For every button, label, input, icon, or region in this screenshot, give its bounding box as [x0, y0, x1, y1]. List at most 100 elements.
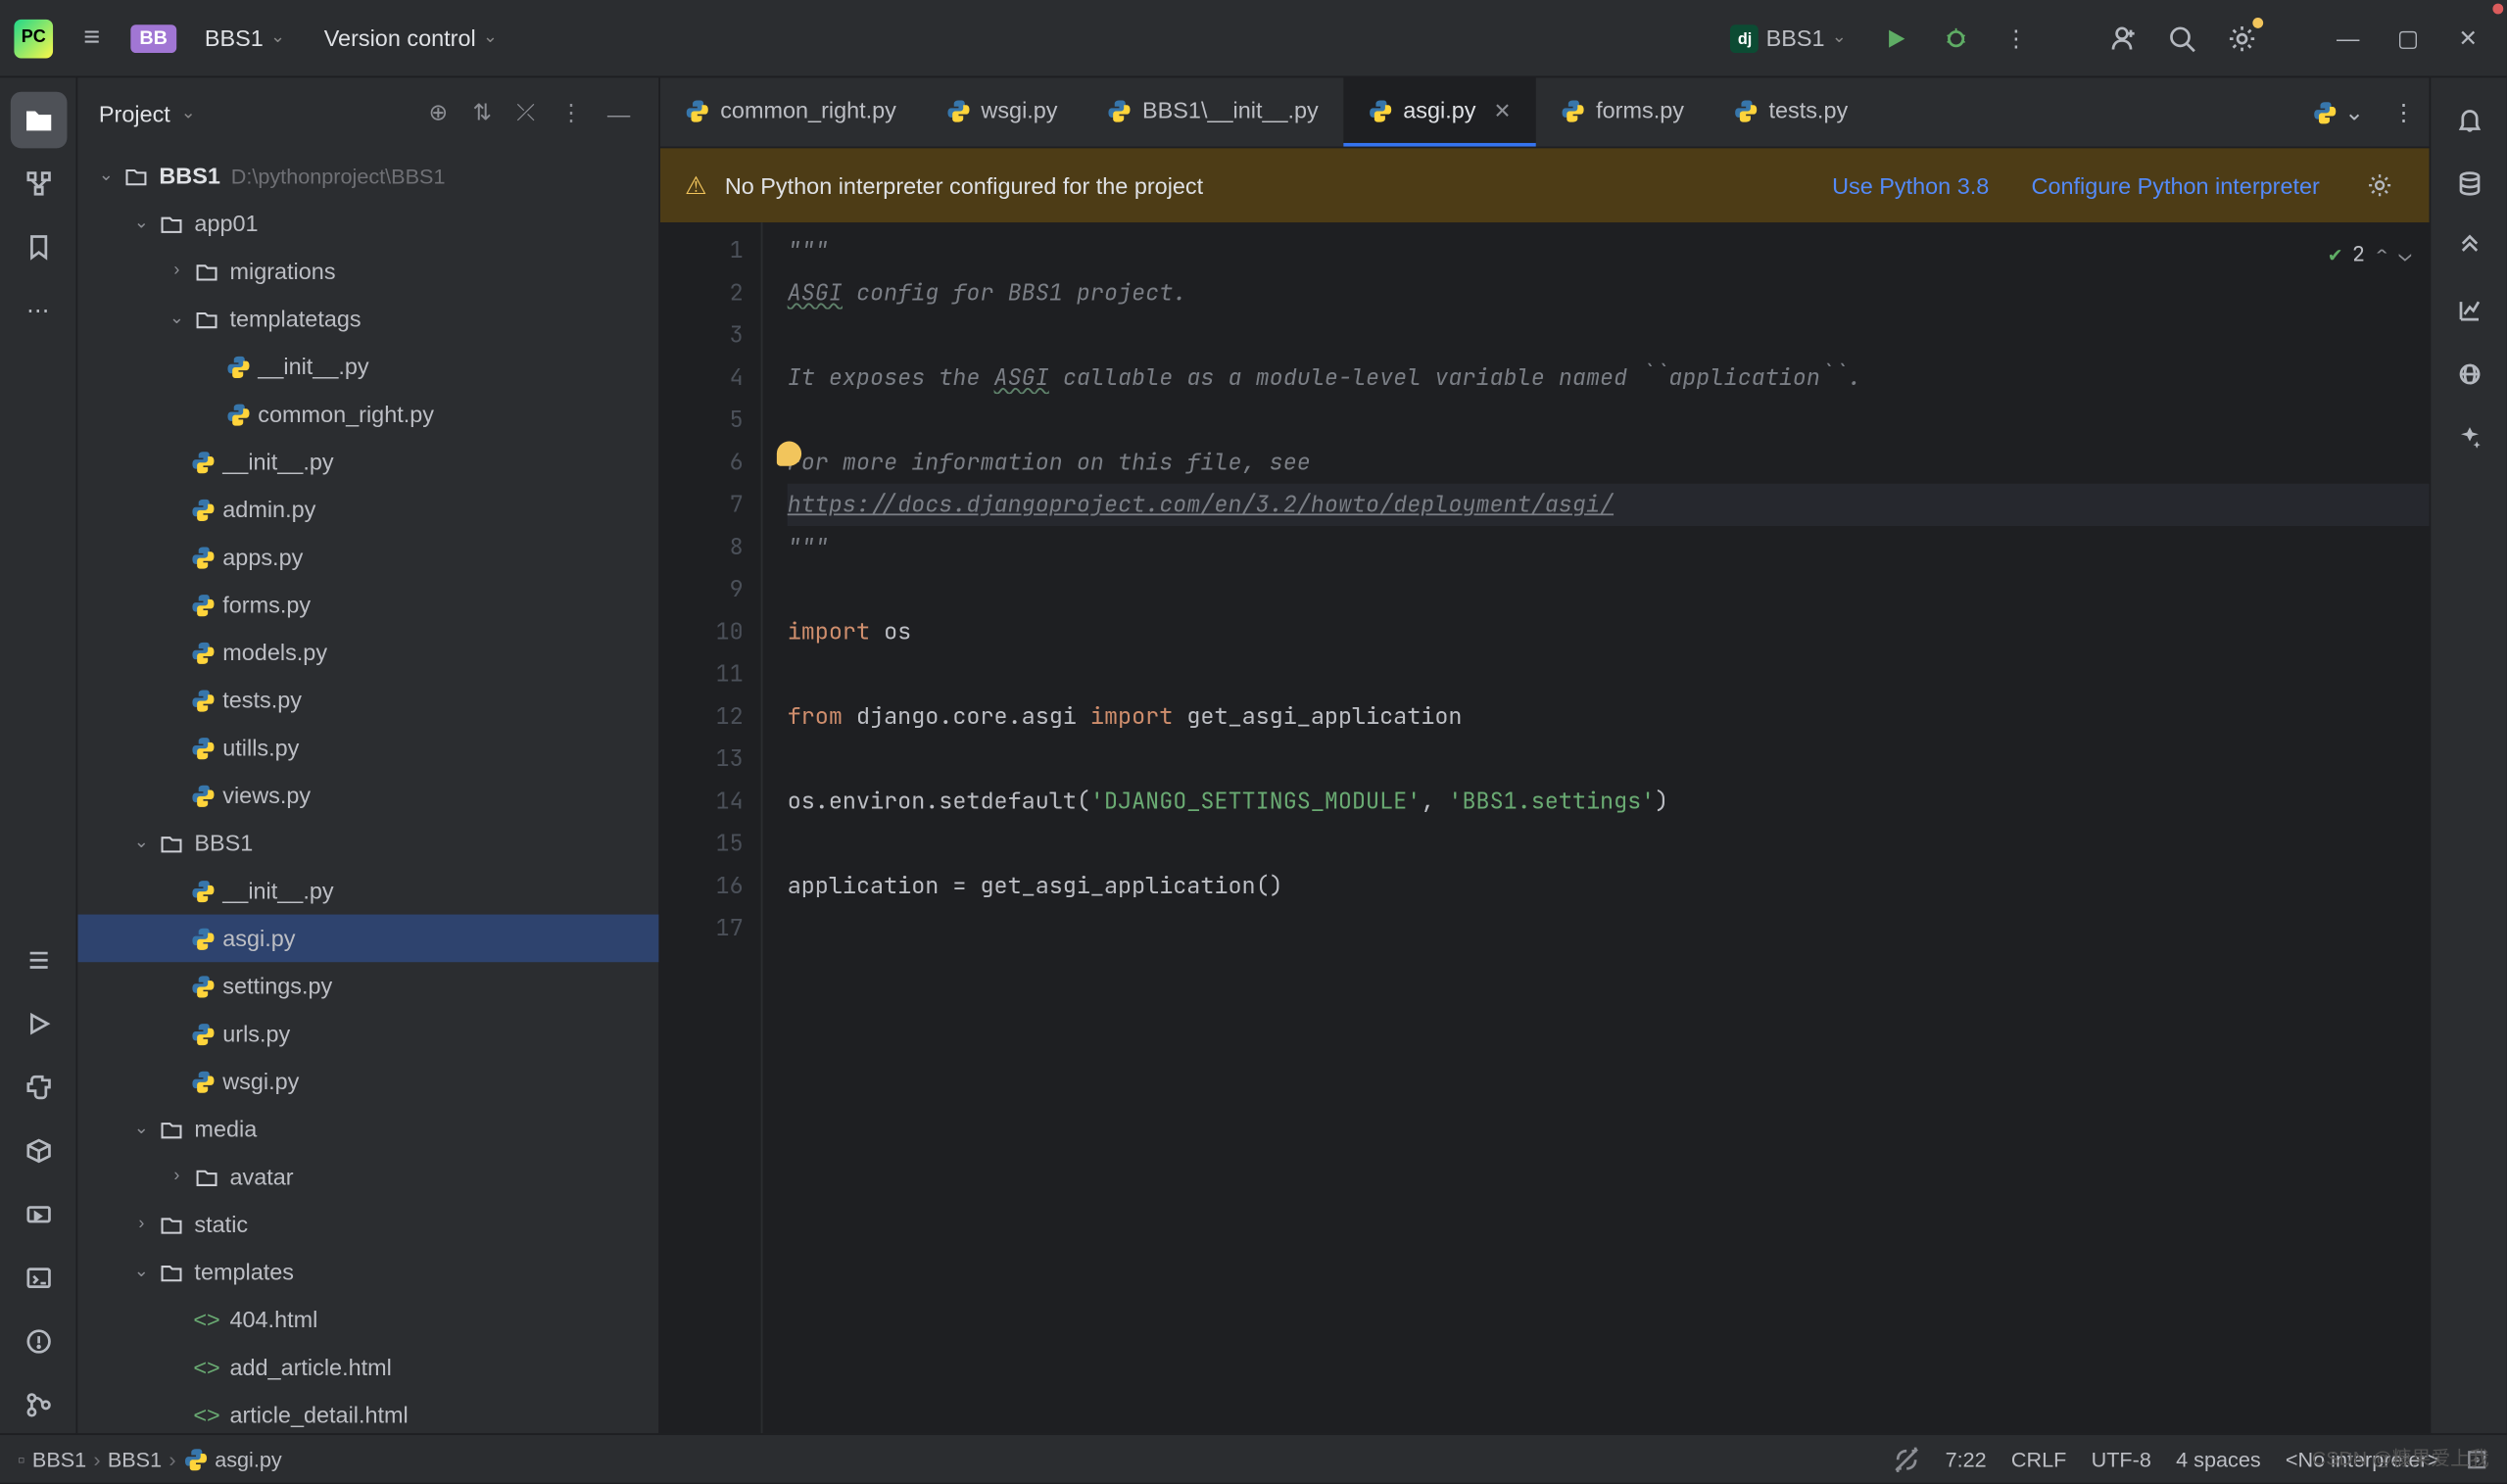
- breadcrumb-item[interactable]: asgi.py: [215, 1447, 282, 1471]
- tree-item-admin-py[interactable]: admin.py: [77, 486, 658, 534]
- python-packages-button[interactable]: [10, 1123, 67, 1179]
- tree-item-article-detail-html[interactable]: <>article_detail.html: [77, 1391, 658, 1433]
- tree-item-media[interactable]: ⌄media: [77, 1105, 658, 1153]
- breadcrumb-item[interactable]: BBS1: [32, 1447, 86, 1471]
- cursor-position[interactable]: 7:22: [1946, 1447, 1987, 1471]
- search-button[interactable]: [2157, 14, 2206, 63]
- code-content[interactable]: ✔ 2 ⌃ ⌄ """ASGI config for BBS1 project.…: [762, 222, 2429, 1433]
- endpoints-tool-button[interactable]: [2440, 346, 2497, 403]
- tree-item-templates[interactable]: ⌄templates: [77, 1248, 658, 1296]
- minimize-button[interactable]: —: [2323, 14, 2372, 63]
- vcs-tool-button[interactable]: [10, 1377, 67, 1434]
- database-tool-button[interactable]: [2440, 156, 2497, 213]
- bookmarks-tool-button[interactable]: [10, 218, 67, 275]
- tree-item-urls-py[interactable]: urls.py: [77, 1010, 658, 1058]
- python-icon: [183, 1447, 208, 1471]
- configure-interpreter-link[interactable]: Configure Python interpreter: [2032, 172, 2320, 199]
- tree-item-static[interactable]: ›static: [77, 1200, 658, 1248]
- chevron-down-icon[interactable]: ⌄: [181, 103, 196, 122]
- collapse-all-button[interactable]: ⤫: [509, 92, 542, 134]
- code-editor[interactable]: 1234567891011121314151617 ✔ 2 ⌃ ⌄ """ASG…: [660, 222, 2430, 1433]
- tree-item-tests-py[interactable]: tests.py: [77, 676, 658, 724]
- tree-item---init---py[interactable]: __init__.py: [77, 343, 658, 391]
- tree-item-common-right-py[interactable]: common_right.py: [77, 390, 658, 438]
- file-encoding[interactable]: UTF-8: [2092, 1447, 2151, 1471]
- editor-tab-tests-py[interactable]: tests.py: [1709, 77, 1872, 146]
- use-python-link[interactable]: Use Python 3.8: [1832, 172, 1989, 199]
- line-separator[interactable]: CRLF: [2011, 1447, 2066, 1471]
- tree-item-add-article-html[interactable]: <>add_article.html: [77, 1343, 658, 1391]
- pycharm-icon: PC: [14, 19, 53, 58]
- ai-assistant-button[interactable]: [2440, 409, 2497, 466]
- tree-item-BBS1[interactable]: ⌄BBS1: [77, 819, 658, 867]
- chevron-down-icon[interactable]: ⌄: [2399, 233, 2412, 275]
- editor-tab-forms-py[interactable]: forms.py: [1536, 77, 1709, 146]
- tree-item-app01[interactable]: ⌄app01: [77, 200, 658, 248]
- select-opened-file-button[interactable]: ⊕: [421, 92, 455, 134]
- tree-item-wsgi-py[interactable]: wsgi.py: [77, 1057, 658, 1105]
- tree-item-avatar[interactable]: ›avatar: [77, 1153, 658, 1201]
- debug-button[interactable]: [1931, 14, 1980, 63]
- hide-panel-button[interactable]: —: [601, 93, 638, 133]
- editor-tab-wsgi-py[interactable]: wsgi.py: [921, 77, 1083, 146]
- breadcrumb-item[interactable]: BBS1: [108, 1447, 162, 1471]
- sciview-tool-button[interactable]: [2440, 218, 2497, 275]
- tree-item-models-py[interactable]: models.py: [77, 629, 658, 677]
- check-icon: ✔: [2329, 233, 2341, 275]
- more-tools-button[interactable]: ⋯: [10, 282, 67, 339]
- close-tab-button[interactable]: ✕: [1494, 98, 1512, 122]
- run-config-selector[interactable]: dj BBS1 ⌄: [1716, 21, 1860, 56]
- tab-overflow-button[interactable]: ⌄: [2299, 77, 2378, 146]
- run-button[interactable]: [1871, 14, 1920, 63]
- notification-text: No Python interpreter configured for the…: [725, 172, 1203, 199]
- tree-item-views-py[interactable]: views.py: [77, 771, 658, 819]
- tree-item-404-html[interactable]: <>404.html: [77, 1296, 658, 1344]
- inspection-widget[interactable]: ✔ 2 ⌃ ⌄: [2329, 233, 2411, 275]
- project-tree[interactable]: ⌄BBS1D:\pythonproject\BBS1⌄app01›migrati…: [77, 148, 658, 1433]
- line-gutter[interactable]: 1234567891011121314151617: [660, 222, 763, 1433]
- editor-tab-BBS1---init---py[interactable]: BBS1\__init__.py: [1083, 77, 1343, 146]
- notification-settings-button[interactable]: [2355, 161, 2404, 210]
- indent-config[interactable]: 4 spaces: [2176, 1447, 2261, 1471]
- tree-item-migrations[interactable]: ›migrations: [77, 247, 658, 295]
- intention-bulb-icon[interactable]: [777, 442, 801, 466]
- expand-all-button[interactable]: ⇅: [465, 92, 499, 134]
- tree-item-utills-py[interactable]: utills.py: [77, 724, 658, 772]
- run-tool-button[interactable]: [10, 995, 67, 1052]
- navigation-breadcrumb[interactable]: ▫ BBS1 › BBS1 › asgi.py: [18, 1447, 282, 1471]
- vcs-menu[interactable]: Version control ⌄: [313, 18, 508, 58]
- indexing-icon[interactable]: [1893, 1445, 1921, 1473]
- chevron-up-icon[interactable]: ⌃: [2376, 233, 2388, 275]
- tree-item---init---py[interactable]: __init__.py: [77, 867, 658, 915]
- maximize-button[interactable]: ▢: [2384, 14, 2433, 63]
- main-menu-button[interactable]: ≡: [67, 14, 116, 63]
- tree-item-BBS1[interactable]: ⌄BBS1D:\pythonproject\BBS1: [77, 152, 658, 200]
- warning-icon: ⚠: [685, 170, 707, 201]
- close-window-button[interactable]: ✕: [2443, 14, 2492, 63]
- watermark: CSDN @糠果爱上我: [2312, 1444, 2489, 1472]
- tree-item-apps-py[interactable]: apps.py: [77, 533, 658, 581]
- notifications-tool-button[interactable]: [2440, 92, 2497, 149]
- settings-button[interactable]: [2217, 14, 2266, 63]
- tree-item-asgi-py[interactable]: asgi.py: [77, 914, 658, 962]
- services-tool-button[interactable]: [10, 1186, 67, 1243]
- problems-tool-button[interactable]: [10, 1314, 67, 1370]
- panel-title: Project: [99, 100, 170, 126]
- editor-tab-asgi-py[interactable]: asgi.py✕: [1343, 77, 1536, 146]
- tree-item-forms-py[interactable]: forms.py: [77, 581, 658, 629]
- plots-tool-button[interactable]: [2440, 282, 2497, 339]
- todo-tool-button[interactable]: [10, 932, 67, 988]
- tree-item-settings-py[interactable]: settings.py: [77, 962, 658, 1010]
- tree-item---init---py[interactable]: __init__.py: [77, 438, 658, 486]
- code-with-me-button[interactable]: [2097, 14, 2146, 63]
- project-selector[interactable]: BBS1 ⌄: [194, 18, 296, 58]
- structure-tool-button[interactable]: [10, 156, 67, 213]
- more-actions-button[interactable]: ⋮: [1992, 14, 2041, 63]
- project-tool-button[interactable]: [10, 92, 67, 149]
- tree-item-templatetags[interactable]: ⌄templatetags: [77, 295, 658, 343]
- tab-options-button[interactable]: ⋮: [2378, 77, 2429, 146]
- editor-tab-common-right-py[interactable]: common_right.py: [660, 77, 921, 146]
- panel-options-button[interactable]: ⋮: [553, 92, 590, 134]
- python-console-button[interactable]: [10, 1059, 67, 1116]
- terminal-tool-button[interactable]: [10, 1250, 67, 1307]
